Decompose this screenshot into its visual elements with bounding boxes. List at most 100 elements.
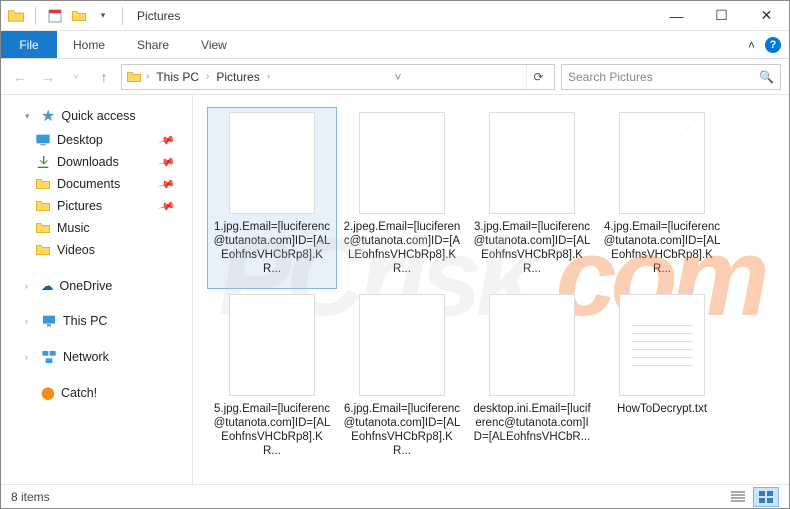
caret-icon: ›: [25, 281, 35, 291]
ribbon-right: ˄ ?: [748, 31, 789, 58]
file-item[interactable]: 2.jpeg.Email=[luciferenc@tutanota.com]ID…: [337, 107, 467, 289]
blank-file-icon: [489, 112, 575, 214]
file-name: 3.jpg.Email=[luciferenc@tutanota.com]ID=…: [473, 220, 591, 276]
search-icon: 🔍: [759, 70, 774, 84]
file-name: 4.jpg.Email=[luciferenc@tutanota.com]ID=…: [603, 220, 721, 276]
properties-icon[interactable]: [46, 7, 64, 25]
ribbon: File Home Share View ˄ ?: [1, 31, 789, 59]
search-input[interactable]: Search Pictures 🔍: [561, 64, 781, 90]
close-button[interactable]: ✕: [744, 1, 789, 31]
thispc-icon: [41, 313, 57, 329]
file-grid: 1.jpg.Email=[luciferenc@tutanota.com]ID=…: [207, 107, 783, 471]
pictures-icon: [35, 198, 51, 214]
addr-dropdown-icon[interactable]: ˅: [386, 65, 410, 89]
sidebar: ▾ ★ Quick access Desktop 📌 Downloads 📌 D…: [1, 95, 193, 484]
sidebar-network[interactable]: › Network: [7, 346, 192, 368]
folder-icon: [126, 69, 142, 85]
blank-file-icon: [229, 112, 315, 214]
up-button[interactable]: ↑: [93, 66, 115, 88]
quick-access-label: Quick access: [61, 109, 135, 123]
search-placeholder: Search Pictures: [568, 70, 653, 84]
file-item[interactable]: 1.jpg.Email=[luciferenc@tutanota.com]ID=…: [207, 107, 337, 289]
sidebar-item-label: Videos: [57, 243, 95, 257]
videos-icon: [35, 242, 51, 258]
pin-icon: 📌: [158, 175, 176, 193]
status-bar: 8 items: [1, 484, 789, 508]
file-name: desktop.ini.Email=[luciferenc@tutanota.c…: [473, 402, 591, 444]
file-tab[interactable]: File: [1, 31, 57, 58]
music-icon: [35, 220, 51, 236]
back-button[interactable]: ←: [9, 66, 31, 88]
file-item[interactable]: 5.jpg.Email=[luciferenc@tutanota.com]ID=…: [207, 289, 337, 471]
status-text: 8 items: [11, 490, 50, 504]
help-icon[interactable]: ?: [765, 37, 781, 53]
sidebar-item-label: Documents: [57, 177, 120, 191]
tab-home[interactable]: Home: [57, 31, 121, 58]
desktop-icon: [35, 132, 51, 148]
sidebar-item-label: This PC: [63, 314, 107, 328]
caret-icon: ›: [25, 352, 35, 362]
breadcrumb-thispc[interactable]: This PC: [153, 70, 202, 84]
ribbon-collapse-icon[interactable]: ˄: [748, 38, 755, 52]
file-item[interactable]: 4.jpg.Email=[luciferenc@tutanota.com]ID=…: [597, 107, 727, 289]
tab-share[interactable]: Share: [121, 31, 185, 58]
maximize-button[interactable]: ☐: [699, 1, 744, 31]
sidebar-thispc[interactable]: › This PC: [7, 310, 192, 332]
blank-file-icon: [489, 294, 575, 396]
file-name: 5.jpg.Email=[luciferenc@tutanota.com]ID=…: [213, 402, 331, 458]
separator: [122, 7, 123, 25]
chevron-right-icon[interactable]: ›: [206, 71, 209, 82]
network-icon: [41, 349, 57, 365]
sidebar-item-pictures[interactable]: Pictures 📌: [7, 195, 192, 217]
minimize-button[interactable]: —: [654, 1, 699, 31]
caret-icon: ›: [25, 316, 35, 326]
thumbnails-view-button[interactable]: [753, 487, 779, 507]
tab-view[interactable]: View: [185, 31, 243, 58]
file-item[interactable]: HowToDecrypt.txt: [597, 289, 727, 471]
sidebar-item-label: OneDrive: [60, 279, 113, 293]
recent-dropdown-icon[interactable]: ˅: [65, 66, 87, 88]
chevron-right-icon[interactable]: ›: [146, 71, 149, 82]
window-controls: — ☐ ✕: [654, 1, 789, 31]
forward-button[interactable]: →: [37, 66, 59, 88]
sidebar-catch[interactable]: ⬤ Catch!: [7, 382, 192, 403]
details-view-button[interactable]: [725, 487, 751, 507]
sidebar-item-videos[interactable]: Videos: [7, 239, 192, 261]
file-item[interactable]: desktop.ini.Email=[luciferenc@tutanota.c…: [467, 289, 597, 471]
navigation-row: ← → ˅ ↑ › This PC › Pictures › ˅ ⟳ Searc…: [1, 59, 789, 95]
catch-icon: ⬤: [41, 385, 55, 400]
titlebar-left: ▾ Pictures: [1, 7, 186, 25]
breadcrumb-pictures[interactable]: Pictures: [213, 70, 262, 84]
new-folder-icon[interactable]: [70, 7, 88, 25]
chevron-right-icon[interactable]: ›: [267, 71, 270, 82]
text-file-icon: [619, 294, 705, 396]
file-name: 6.jpg.Email=[luciferenc@tutanota.com]ID=…: [343, 402, 461, 458]
sidebar-item-label: Pictures: [57, 199, 102, 213]
blank-file-icon: [619, 112, 705, 214]
sidebar-item-label: Network: [63, 350, 109, 364]
qat-dropdown-icon[interactable]: ▾: [94, 7, 112, 25]
sidebar-item-desktop[interactable]: Desktop 📌: [7, 129, 192, 151]
sidebar-item-label: Desktop: [57, 133, 103, 147]
file-item[interactable]: 3.jpg.Email=[luciferenc@tutanota.com]ID=…: [467, 107, 597, 289]
quick-access-group: ▾ ★ Quick access Desktop 📌 Downloads 📌 D…: [7, 103, 192, 261]
titlebar: ▾ Pictures — ☐ ✕: [1, 1, 789, 31]
content-pane[interactable]: PCrisk.com 1.jpg.Email=[luciferenc@tutan…: [193, 95, 789, 484]
main-area: ▾ ★ Quick access Desktop 📌 Downloads 📌 D…: [1, 95, 789, 484]
sidebar-item-music[interactable]: Music: [7, 217, 192, 239]
sidebar-quick-access[interactable]: ▾ ★ Quick access: [7, 103, 192, 129]
file-item[interactable]: 6.jpg.Email=[luciferenc@tutanota.com]ID=…: [337, 289, 467, 471]
sidebar-item-label: Catch!: [61, 386, 97, 400]
blank-file-icon: [359, 112, 445, 214]
address-bar[interactable]: › This PC › Pictures › ˅ ⟳: [121, 64, 555, 90]
sidebar-item-documents[interactable]: Documents 📌: [7, 173, 192, 195]
file-name: 2.jpeg.Email=[luciferenc@tutanota.com]ID…: [343, 220, 461, 276]
pin-icon: 📌: [158, 153, 176, 171]
folder-app-icon: [7, 7, 25, 25]
blank-file-icon: [229, 294, 315, 396]
pin-icon: 📌: [158, 131, 176, 149]
sidebar-onedrive[interactable]: › ☁ OneDrive: [7, 275, 192, 296]
sidebar-item-label: Downloads: [57, 155, 119, 169]
refresh-icon[interactable]: ⟳: [526, 65, 550, 89]
sidebar-item-downloads[interactable]: Downloads 📌: [7, 151, 192, 173]
